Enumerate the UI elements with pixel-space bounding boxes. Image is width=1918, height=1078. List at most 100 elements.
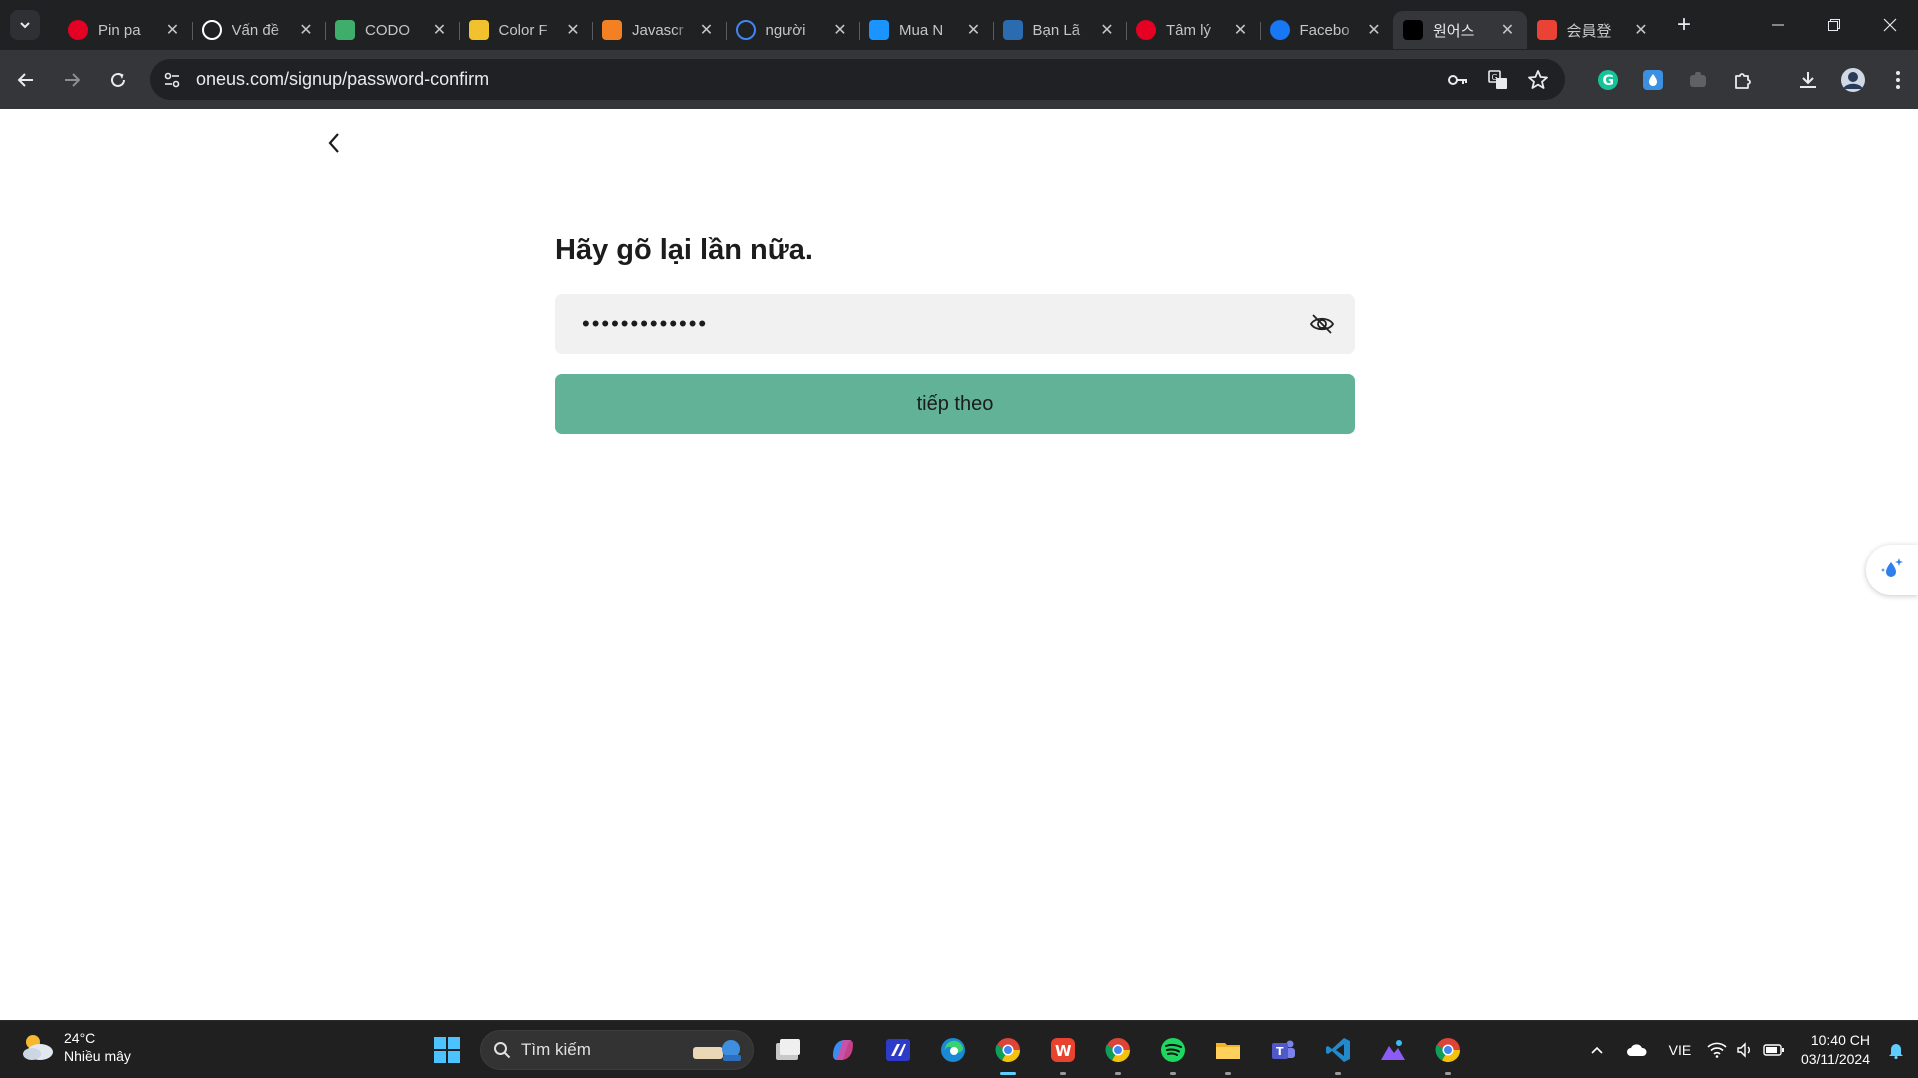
taskbar-apps: Tìm kiếm W T (428, 1029, 1475, 1075)
translate-icon[interactable]: G (1487, 69, 1509, 91)
weather-widget[interactable]: 24°C Nhiều mây (20, 1029, 131, 1065)
reload-icon (111, 72, 125, 87)
browser-tab[interactable]: Mua N ✕ (859, 11, 993, 49)
browser-menu-button[interactable] (1875, 59, 1918, 100)
running-indicator (1334, 1072, 1341, 1075)
browser-tab[interactable]: Javascr ✕ (592, 11, 726, 49)
disabled-extension[interactable] (1675, 59, 1720, 100)
teams-icon: T (1271, 1040, 1295, 1059)
taskbar-search[interactable]: Tìm kiếm (480, 1030, 754, 1070)
tab-close-icon[interactable]: ✕ (1632, 20, 1650, 40)
onedrive-button[interactable] (1617, 1043, 1657, 1057)
password-value[interactable]: ••••••••••••• (582, 311, 708, 337)
browser-tab[interactable]: Pin pa ✕ (58, 11, 192, 49)
tab-close-icon[interactable]: ✕ (965, 20, 983, 40)
downloads-button[interactable] (1785, 59, 1830, 100)
search-icon (494, 1042, 511, 1059)
back-button[interactable] (6, 60, 46, 100)
edge-app[interactable] (925, 1029, 980, 1071)
battery-icon (1763, 1044, 1784, 1056)
browser-tab[interactable]: 원어스 ✕ (1393, 11, 1527, 49)
tab-close-icon[interactable]: ✕ (431, 20, 449, 40)
browser-tab[interactable]: CODO ✕ (325, 11, 459, 49)
chrome-profile-app[interactable] (980, 1029, 1035, 1075)
water-extension[interactable] (1630, 59, 1675, 100)
task-view-app[interactable] (760, 1029, 815, 1071)
chrome-icon (1435, 1038, 1460, 1063)
start-button[interactable] (428, 1031, 466, 1069)
tab-title: Tâm lý (1166, 21, 1211, 39)
vscode-app[interactable] (1310, 1029, 1365, 1075)
spotify-app[interactable] (1145, 1029, 1200, 1075)
password-key-icon[interactable] (1447, 69, 1469, 91)
minimize-button[interactable] (1750, 0, 1806, 50)
browser-tab[interactable]: 会員登 ✕ (1527, 11, 1661, 49)
grammarly-extension[interactable]: G (1585, 59, 1630, 100)
weather-temperature: 24°C (64, 1030, 96, 1046)
tab-close-icon[interactable]: ✕ (1232, 20, 1250, 40)
reload-button[interactable] (98, 60, 138, 100)
tab-title: Javascr (632, 21, 684, 39)
notifications-button[interactable] (1884, 1041, 1908, 1059)
browser-tab[interactable]: Vấn đề ✕ (191, 11, 326, 49)
chrome-app-2[interactable] (1090, 1029, 1145, 1075)
tab-close-icon[interactable]: ✕ (1365, 20, 1383, 40)
new-tab-button[interactable]: + (1668, 9, 1700, 41)
show-hidden-icons-button[interactable] (1577, 1045, 1617, 1055)
forward-button[interactable] (52, 60, 92, 100)
arrow-left-icon (17, 72, 33, 87)
eye-off-icon[interactable] (1309, 311, 1335, 337)
tab-close-icon[interactable]: ✕ (1098, 20, 1116, 40)
tab-close-icon[interactable]: ✕ (1499, 20, 1517, 40)
site-info-button[interactable] (158, 66, 186, 94)
password-confirm-field[interactable]: ••••••••••••• (555, 294, 1355, 354)
extensions-button[interactable] (1720, 59, 1765, 100)
tab-close-icon[interactable]: ✕ (297, 20, 315, 40)
next-button[interactable]: tiếp theo (555, 374, 1355, 434)
running-indicator (1224, 1072, 1231, 1075)
url-text[interactable]: oneus.com/signup/password-confirm (196, 69, 489, 90)
tab-close-icon[interactable]: ✕ (564, 20, 582, 40)
clock[interactable]: 10:40 CH 03/11/2024 (1801, 1031, 1870, 1069)
browser-tab[interactable]: Facebo ✕ (1259, 11, 1394, 49)
network-button[interactable] (1703, 1042, 1731, 1058)
terminal-app[interactable] (870, 1029, 925, 1071)
bookmark-star-icon[interactable] (1527, 69, 1549, 91)
file-explorer-app[interactable] (1200, 1029, 1255, 1075)
windows-taskbar: 24°C Nhiều mây Tìm kiếm W T VIE 10:40 CH… (0, 1020, 1918, 1078)
tab-title: người (765, 21, 806, 39)
battery-button[interactable] (1759, 1043, 1789, 1057)
profile-button[interactable] (1830, 59, 1875, 100)
browser-tab[interactable]: Color F ✕ (458, 11, 593, 49)
browser-tab[interactable]: người ✕ (725, 11, 860, 49)
browser-tab[interactable]: Tâm lý ✕ (1126, 11, 1260, 49)
tab-close-icon[interactable]: ✕ (164, 20, 182, 40)
folder-icon (1215, 1043, 1240, 1059)
bell-icon (1889, 1044, 1903, 1059)
tab-close-icon[interactable]: ✕ (698, 20, 716, 40)
restore-button[interactable] (1806, 0, 1862, 50)
edge-icon (940, 1038, 965, 1062)
teams-app[interactable]: T (1255, 1029, 1310, 1071)
photos-app[interactable] (1365, 1029, 1420, 1071)
tab-list: Pin pa ✕ Vấn đề ✕ CODO ✕ Color F ✕ Javascr ✕ người… (58, 0, 1660, 50)
close-window-button[interactable] (1862, 0, 1918, 50)
wps-office-app[interactable]: W (1035, 1029, 1090, 1075)
extensions-area: G (1585, 59, 1918, 100)
news-icon (1002, 20, 1023, 40)
tab-close-icon[interactable]: ✕ (831, 20, 849, 40)
copilot-app[interactable] (815, 1029, 870, 1071)
puzzle-gray-icon (1689, 71, 1706, 87)
pinterest-icon (1136, 20, 1156, 40)
floating-assistant-button[interactable] (1866, 545, 1918, 595)
tab-search-button[interactable] (10, 10, 40, 40)
chrome-app-3[interactable] (1420, 1029, 1475, 1075)
browser-tab[interactable]: Bạn Lã ✕ (992, 11, 1127, 49)
color-palette-icon (468, 20, 489, 40)
volume-button[interactable] (1731, 1042, 1759, 1058)
chatgpt-icon (201, 20, 222, 40)
svg-text:W: W (1055, 1042, 1072, 1060)
address-bar[interactable]: oneus.com/signup/password-confirm G (150, 59, 1565, 100)
page-back-button[interactable] (320, 129, 348, 157)
language-indicator[interactable]: VIE (1657, 1042, 1703, 1058)
